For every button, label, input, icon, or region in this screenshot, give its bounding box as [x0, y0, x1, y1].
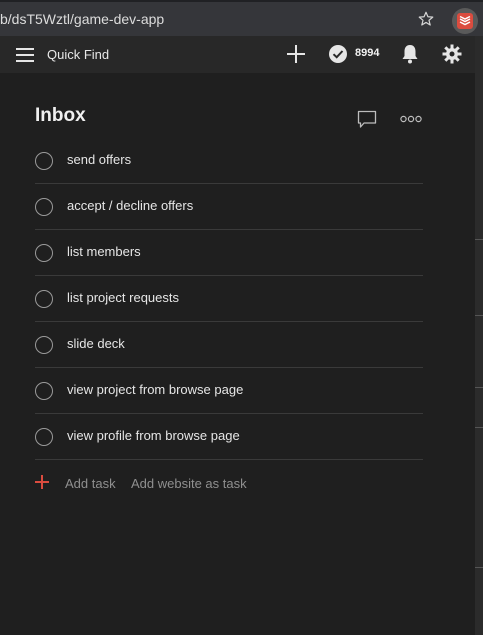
task-row[interactable]: view project from browse page [35, 368, 423, 414]
task-label[interactable]: slide deck [67, 336, 125, 351]
plus-icon[interactable] [287, 45, 305, 63]
task-label[interactable]: send offers [67, 152, 131, 167]
task-checkbox[interactable] [35, 336, 53, 354]
url-text[interactable]: b/dsT5Wztl/game-dev-app [0, 11, 164, 27]
task-row[interactable]: send offers [35, 138, 423, 184]
task-label[interactable]: list members [67, 244, 141, 259]
task-checkbox[interactable] [35, 152, 53, 170]
task-label[interactable]: list project requests [67, 290, 179, 305]
inbox-panel: Inbox send offers accept / decline offer… [0, 73, 475, 635]
karma-count[interactable]: 8994 [355, 47, 379, 59]
task-label[interactable]: accept / decline offers [67, 198, 193, 213]
task-checkbox[interactable] [35, 382, 53, 400]
comment-icon[interactable] [357, 110, 377, 129]
task-checkbox[interactable] [35, 198, 53, 216]
add-task-row: Add task Add website as task [35, 473, 423, 497]
add-task-button[interactable]: Add task [65, 476, 116, 491]
bell-icon[interactable] [401, 44, 419, 64]
check-circle-icon[interactable] [328, 44, 348, 64]
hamburger-icon[interactable] [16, 47, 34, 63]
task-checkbox[interactable] [35, 244, 53, 262]
app-header: Quick Find 8994 [0, 36, 475, 73]
task-row[interactable]: list project requests [35, 276, 423, 322]
task-row[interactable]: list members [35, 230, 423, 276]
task-checkbox[interactable] [35, 290, 53, 308]
gear-icon[interactable] [442, 44, 462, 64]
add-website-button[interactable]: Add website as task [131, 476, 247, 491]
background-page-strip [475, 36, 483, 635]
add-plus-icon[interactable] [35, 475, 49, 489]
todoist-icon [457, 13, 473, 29]
task-row[interactable]: accept / decline offers [35, 184, 423, 230]
task-label[interactable]: view project from browse page [67, 382, 243, 397]
browser-bar: b/dsT5Wztl/game-dev-app [0, 0, 483, 36]
extension-button[interactable] [452, 8, 478, 34]
task-row[interactable]: view profile from browse page [35, 414, 423, 460]
task-checkbox[interactable] [35, 428, 53, 446]
page-title: Inbox [35, 105, 86, 126]
star-icon[interactable] [417, 10, 435, 28]
more-dots-icon[interactable] [400, 115, 422, 123]
task-row[interactable]: slide deck [35, 322, 423, 368]
task-label[interactable]: view profile from browse page [67, 428, 240, 443]
quick-find-button[interactable]: Quick Find [47, 47, 109, 62]
